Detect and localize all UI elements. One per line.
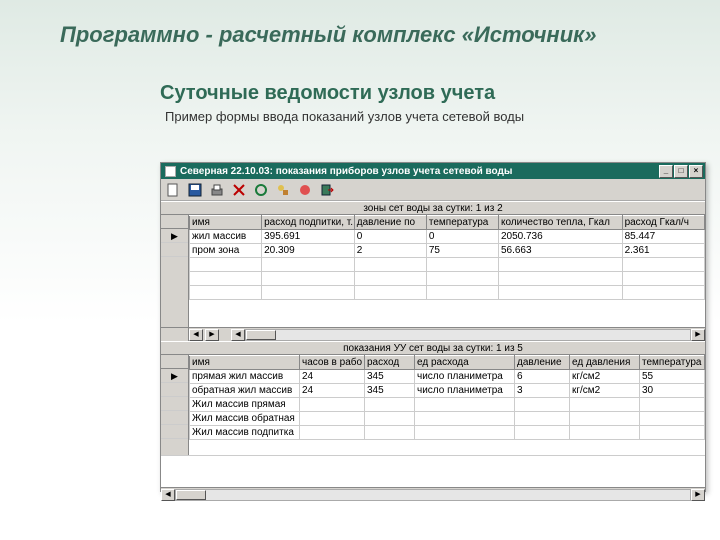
scroll-track[interactable] bbox=[245, 329, 691, 341]
table-row[interactable]: Жил массив подпитка bbox=[190, 426, 705, 440]
table-row[interactable]: Жил массив прямая bbox=[190, 398, 705, 412]
section-subtitle: Пример формы ввода показаний узлов учета… bbox=[0, 105, 720, 132]
grid2-row-marker[interactable] bbox=[161, 397, 188, 411]
grid2-header[interactable]: ед расхода bbox=[415, 356, 515, 370]
grid2-gutter: ▶ bbox=[161, 355, 189, 455]
exit-icon[interactable] bbox=[319, 182, 335, 198]
app-icon bbox=[165, 166, 176, 177]
grid1: ▶ имя расход подпитки, т. давление по те… bbox=[161, 215, 705, 327]
grid1-caption: зоны сет воды за сутки: 1 из 2 bbox=[161, 201, 705, 215]
grid1-header[interactable]: расход подпитки, т. bbox=[262, 216, 355, 230]
page-title: Программно - расчетный комплекс «Источни… bbox=[0, 0, 720, 48]
scroll-left-icon[interactable]: ◀ bbox=[161, 489, 175, 501]
grid1-header[interactable]: температура bbox=[426, 216, 498, 230]
grid1-header[interactable]: имя bbox=[190, 216, 262, 230]
scroll-right-icon[interactable]: ▶ bbox=[691, 489, 705, 501]
grid1-row-marker[interactable] bbox=[161, 243, 188, 257]
grid1-header[interactable]: давление по bbox=[354, 216, 426, 230]
new-icon[interactable] bbox=[165, 182, 181, 198]
table-row[interactable]: прямая жил массив24345число планиметра6к… bbox=[190, 370, 705, 384]
grid2-header[interactable]: ед давления bbox=[570, 356, 640, 370]
grid2-header[interactable]: имя bbox=[190, 356, 300, 370]
grid1-gutter: ▶ bbox=[161, 215, 189, 327]
app-window: Северная 22.10.03: показания приборов уз… bbox=[160, 162, 706, 492]
minimize-button[interactable]: _ bbox=[659, 165, 673, 178]
grid2-table[interactable]: имя часов в рабо расход ед расхода давле… bbox=[189, 355, 705, 440]
save-icon[interactable] bbox=[187, 182, 203, 198]
grid2-header[interactable]: часов в рабо bbox=[300, 356, 365, 370]
scroll-right-icon[interactable]: ▶ bbox=[691, 329, 705, 341]
scroll-right-icon[interactable]: ▶ bbox=[205, 329, 219, 341]
print-icon[interactable] bbox=[209, 182, 225, 198]
delete-icon[interactable] bbox=[231, 182, 247, 198]
section-title: Суточные ведомости узлов учета bbox=[0, 48, 720, 105]
scroll-thumb[interactable] bbox=[176, 490, 206, 500]
grid1-header[interactable]: количество тепла, Гкал bbox=[498, 216, 622, 230]
chart-icon[interactable] bbox=[297, 182, 313, 198]
scroll-left-icon[interactable]: ◀ bbox=[189, 329, 203, 341]
scroll-thumb[interactable] bbox=[246, 330, 276, 340]
grid2-row-marker[interactable]: ▶ bbox=[161, 369, 188, 383]
titlebar[interactable]: Северная 22.10.03: показания приборов уз… bbox=[161, 163, 705, 179]
scroll-track[interactable] bbox=[175, 489, 691, 501]
grid2-header[interactable]: давление bbox=[515, 356, 570, 370]
grid2-row-marker[interactable] bbox=[161, 425, 188, 439]
grid2: ▶ имя часов в рабо расход ед расхода дав… bbox=[161, 355, 705, 455]
toolbar bbox=[161, 179, 705, 201]
grid2-caption: показания УУ сет воды за сутки: 1 из 5 bbox=[161, 341, 705, 355]
table-row[interactable]: Жил массив обратная bbox=[190, 412, 705, 426]
grid1-header[interactable]: расход Гкал/ч bbox=[622, 216, 704, 230]
scroll-left-icon[interactable]: ◀ bbox=[231, 329, 245, 341]
grid2-row-marker[interactable] bbox=[161, 383, 188, 397]
wizard-icon[interactable] bbox=[275, 182, 291, 198]
refresh-icon[interactable] bbox=[253, 182, 269, 198]
grid1-row-marker[interactable]: ▶ bbox=[161, 229, 188, 243]
table-row[interactable]: обратная жил массив24345число планиметра… bbox=[190, 384, 705, 398]
grid2-header[interactable]: температура bbox=[640, 356, 705, 370]
grid2-header[interactable]: расход bbox=[365, 356, 415, 370]
grid1-table[interactable]: имя расход подпитки, т. давление по темп… bbox=[189, 215, 705, 300]
window-title: Северная 22.10.03: показания приборов уз… bbox=[180, 166, 659, 177]
table-row[interactable]: пром зона20.30927556.6632.361 bbox=[190, 244, 705, 258]
grid2-scrollbar[interactable]: ◀ ▶ bbox=[161, 487, 705, 501]
grid1-scrollbar[interactable]: ◀ ▶ ◀ ▶ bbox=[161, 327, 705, 341]
maximize-button[interactable]: □ bbox=[674, 165, 688, 178]
grid2-row-marker[interactable] bbox=[161, 411, 188, 425]
table-row[interactable]: жил массив395.691002050.73685.447 bbox=[190, 230, 705, 244]
close-button[interactable]: × bbox=[689, 165, 703, 178]
